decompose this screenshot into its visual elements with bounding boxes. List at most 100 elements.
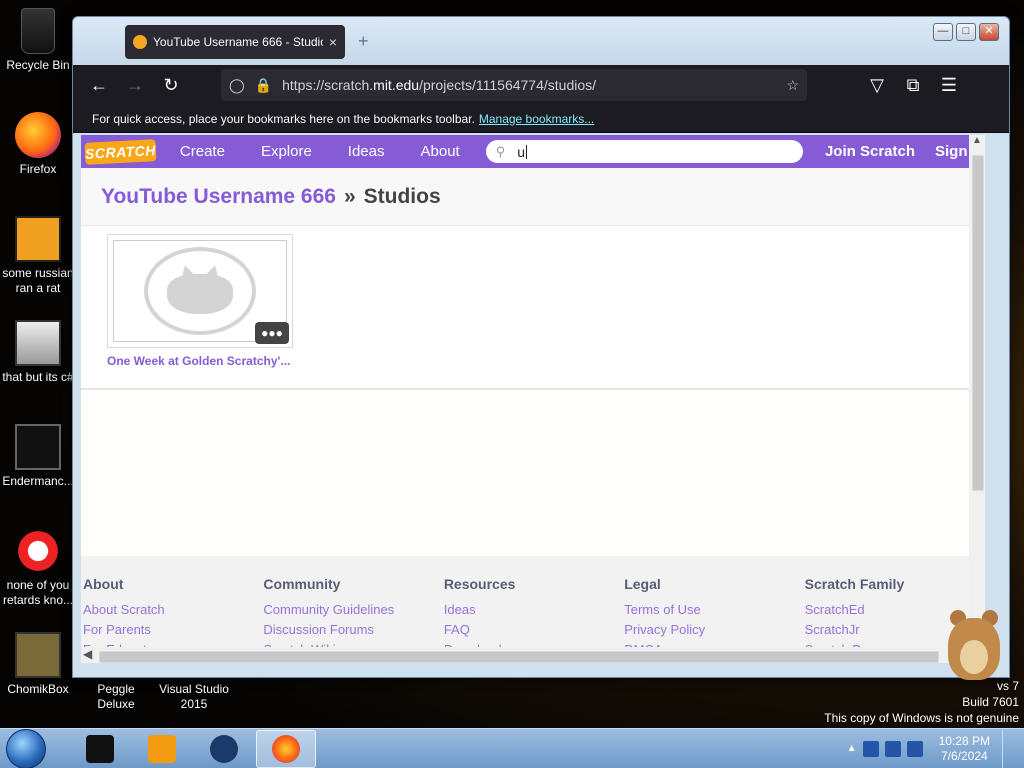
- scrollbar-thumb[interactable]: [972, 155, 984, 491]
- footer-link[interactable]: Community Guidelines: [263, 600, 443, 620]
- chomikbox-icon: [15, 632, 61, 678]
- url-prefix: https://scratch.: [282, 77, 374, 93]
- taskbar: ▲ 10:28 PM 7/6/2024: [0, 728, 1024, 768]
- taskbar-app-media-player[interactable]: [132, 730, 192, 768]
- system-tray: ▲ 10:28 PM 7/6/2024: [847, 728, 1024, 768]
- hscrollbar-thumb[interactable]: [99, 651, 939, 663]
- scroll-left-icon[interactable]: ◀: [83, 647, 92, 661]
- hamster-mascot-image: [942, 604, 1004, 684]
- start-button[interactable]: [6, 728, 46, 768]
- browser-tab[interactable]: YouTube Username 666 - Studios ×: [125, 25, 345, 59]
- url-text[interactable]: https://scratch.mit.edu/projects/1115647…: [282, 77, 776, 93]
- navigation-toolbar: ← → ↻ ◯ 🔒 https://scratch.mit.edu/projec…: [73, 65, 1009, 105]
- desktop-icon-label: Firefox: [19, 162, 57, 176]
- close-window-button[interactable]: ✕: [979, 23, 999, 41]
- footer-link[interactable]: Discussion Forums: [263, 620, 443, 640]
- clock-date: 7/6/2024: [940, 748, 988, 763]
- shield-icon[interactable]: ◯: [229, 77, 245, 94]
- url-path: /projects/111564774/studios/: [419, 77, 597, 93]
- footer-link[interactable]: FAQ: [444, 620, 624, 640]
- minimize-button[interactable]: —: [933, 23, 953, 41]
- bookmarks-hint: For quick access, place your bookmarks h…: [92, 111, 475, 126]
- scroll-up-icon[interactable]: ▲: [969, 135, 985, 151]
- desktop-icon-label: that but its c#: [2, 370, 74, 384]
- desktop-icon-firefox[interactable]: Firefox: [0, 112, 76, 177]
- project-link[interactable]: YouTube Username 666: [101, 185, 336, 209]
- terminal-icon: [15, 424, 61, 470]
- taskbar-app-firefox[interactable]: [256, 729, 316, 768]
- back-arrow-icon[interactable]: ←: [83, 69, 115, 101]
- page-title: YouTube Username 666 » Studios: [81, 168, 985, 226]
- desktop-icon-csharp[interactable]: that but its c#: [0, 320, 76, 385]
- pocket-icon[interactable]: ▽: [861, 69, 893, 101]
- media-player-icon: [148, 734, 176, 763]
- footer-link[interactable]: For Parents: [83, 620, 263, 640]
- footer-link[interactable]: Terms of Use: [624, 600, 804, 620]
- vertical-scrollbar[interactable]: ▲: [969, 135, 985, 647]
- scratch-logo[interactable]: SCRATCH: [84, 138, 157, 165]
- search-value: u: [517, 143, 526, 160]
- tab-close-icon[interactable]: ×: [329, 34, 337, 50]
- maximize-button[interactable]: □: [956, 23, 976, 41]
- nav-explore[interactable]: Explore: [241, 143, 328, 160]
- desktop-icon-label: Endermanc...: [2, 474, 74, 488]
- new-tab-button[interactable]: +: [358, 31, 369, 52]
- studio-title-link[interactable]: One Week at Golden Scratchy'...: [107, 354, 293, 368]
- tray-expand-icon[interactable]: ▲: [847, 743, 857, 754]
- desktop-icon-chomikbox[interactable]: ChomikBox: [0, 632, 76, 697]
- taskbar-app-terminal[interactable]: [70, 730, 130, 768]
- footer-link[interactable]: Privacy Policy: [624, 620, 804, 640]
- terminal-icon: [86, 734, 114, 763]
- forward-arrow-icon[interactable]: →: [119, 69, 151, 101]
- tray-app-icon[interactable]: [862, 740, 879, 757]
- tab-title: YouTube Username 666 - Studios: [153, 35, 323, 49]
- window-stack-icon: [15, 320, 61, 366]
- menu-hamburger-icon[interactable]: ☰: [933, 69, 965, 101]
- search-input[interactable]: ⚲ u: [485, 140, 803, 163]
- desktop-icon-none-of-you[interactable]: none of you retards kno...: [0, 528, 76, 608]
- show-desktop-button[interactable]: [1002, 728, 1014, 768]
- windows-watermark: vs 7 Build 7601 This copy of Windows is …: [824, 678, 1019, 726]
- desktop-icon-peggle[interactable]: Peggle Deluxe: [78, 682, 154, 712]
- tray-volume-icon[interactable]: [906, 740, 923, 757]
- footer-link[interactable]: About Scratch: [83, 600, 263, 620]
- scratch-favicon-icon: [133, 35, 147, 49]
- address-bar[interactable]: ◯ 🔒 https://scratch.mit.edu/projects/111…: [221, 69, 807, 101]
- footer-link[interactable]: Ideas: [444, 600, 624, 620]
- reload-icon[interactable]: ↻: [155, 69, 187, 101]
- extensions-icon[interactable]: ⧉: [897, 69, 929, 101]
- manage-bookmarks-link[interactable]: Manage bookmarks...: [479, 112, 594, 126]
- desktop-icon-visual-studio[interactable]: Visual Studio 2015: [156, 682, 232, 712]
- search-icon: ⚲: [495, 143, 506, 159]
- studio-card[interactable]: ●●● One Week at Golden Scratchy'...: [107, 234, 293, 368]
- system-clock[interactable]: 10:28 PM 7/6/2024: [939, 734, 990, 764]
- desktop-icon-label: none of you retards kno...: [2, 578, 74, 607]
- scratch-navbar: SCRATCH Create Explore Ideas About ⚲ u J…: [81, 135, 985, 168]
- footer-heading: About: [83, 576, 124, 592]
- lock-icon[interactable]: 🔒: [255, 77, 272, 94]
- bookmarks-toolbar: For quick access, place your bookmarks h…: [73, 105, 1009, 133]
- nav-ideas[interactable]: Ideas: [328, 143, 401, 160]
- url-domain: mit.edu: [373, 77, 420, 93]
- studio-thumbnail[interactable]: ●●●: [107, 234, 293, 348]
- nav-about[interactable]: About: [401, 143, 476, 160]
- breadcrumb-page: Studios: [363, 184, 441, 208]
- watermark-line2: Build 7601: [962, 695, 1019, 709]
- desktop-icon-russian[interactable]: some russian ran a rat: [0, 216, 76, 296]
- watermark-line3: This copy of Windows is not genuine: [824, 711, 1019, 725]
- desktop-icon-endermanc[interactable]: Endermanc...: [0, 424, 76, 489]
- firefox-icon: [272, 734, 300, 763]
- desktop-icon-label: Visual Studio 2015: [159, 682, 229, 711]
- watermark-line1: vs 7: [996, 679, 1019, 693]
- join-scratch-link[interactable]: Join Scratch: [825, 143, 915, 160]
- nav-create[interactable]: Create: [160, 143, 241, 160]
- file-icon: [15, 216, 61, 262]
- firefox-icon: [15, 112, 61, 158]
- horizontal-scrollbar[interactable]: ◀: [81, 647, 969, 663]
- bookmark-star-icon[interactable]: ☆: [786, 77, 799, 94]
- desktop-icon-recycle-bin[interactable]: Recycle Bin: [0, 8, 76, 73]
- taskbar-app-globe[interactable]: [194, 730, 254, 768]
- tray-network-icon[interactable]: [884, 740, 901, 757]
- recycle-bin-icon: [21, 8, 55, 54]
- clock-time: 10:28 PM: [938, 733, 990, 748]
